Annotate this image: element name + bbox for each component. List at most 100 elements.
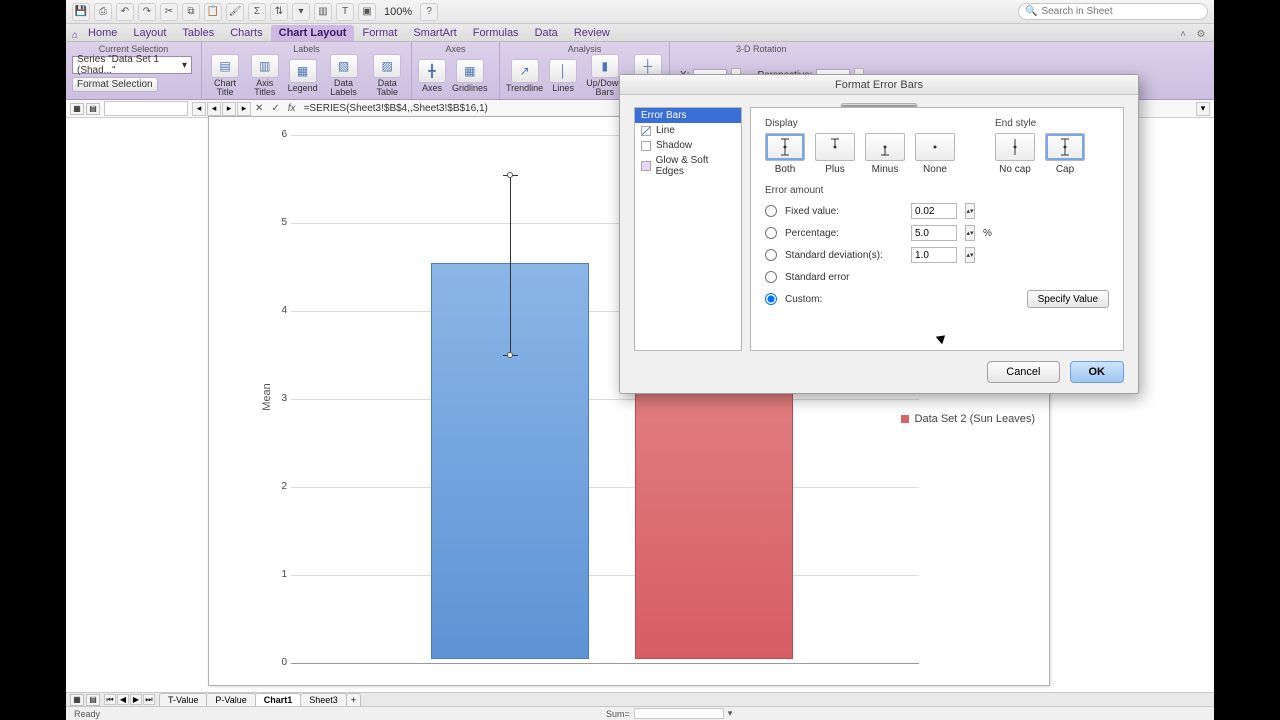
side-item-error-bars[interactable]: Error Bars [635,108,741,123]
selection-handle[interactable] [507,172,513,178]
side-item-line[interactable]: Line [635,123,741,138]
undo-icon[interactable]: ↶ [116,3,134,21]
nav-prev-icon[interactable]: ◂ [207,102,221,116]
tab-layout[interactable]: Layout [125,25,174,41]
gridlines-button[interactable]: ▦Gridlines [452,59,488,93]
trendline-button[interactable]: ↗Trendline [506,59,543,93]
radio-stddev[interactable] [765,249,777,261]
fx-icon[interactable]: fx [288,103,296,114]
radio-fixed[interactable] [765,205,777,217]
search-box[interactable]: 🔍 [1018,3,1208,20]
specify-value-button[interactable]: Specify Value [1027,290,1109,308]
ytick: 4 [275,305,287,316]
name-box[interactable] [104,101,188,116]
normal-view-icon[interactable]: ▦ [70,694,84,706]
display-plus-button[interactable]: Plus [815,133,855,175]
tab-tables[interactable]: Tables [174,25,222,41]
display-minus-button[interactable]: Minus [865,133,905,175]
accept-formula-icon[interactable]: ✓ [271,103,279,114]
nav-last-icon[interactable]: ▸ [237,102,251,116]
endstyle-nocap-button[interactable]: No cap [995,133,1035,175]
chart-title-button[interactable]: ▤Chart Title [208,54,242,97]
add-sheet-button[interactable]: + [346,693,361,706]
sheet-tab-tvalue[interactable]: T-Value [159,693,207,706]
next-sheet-icon[interactable]: ▶ [130,694,142,705]
sum-icon[interactable]: Σ [248,3,266,21]
side-item-shadow[interactable]: Shadow [635,138,741,153]
redo-icon[interactable]: ↷ [138,3,156,21]
gridline [291,487,919,488]
tab-smartart[interactable]: SmartArt [405,25,464,41]
fixed-stepper[interactable]: ▴▾ [965,203,975,219]
ytick: 3 [275,393,287,404]
help-icon[interactable]: ? [420,3,438,21]
cut-icon[interactable]: ✂ [160,3,178,21]
prev-sheet-icon[interactable]: ◀ [117,694,129,705]
nav-first-icon[interactable]: ◂ [192,102,206,116]
sheet-tab-sheet3[interactable]: Sheet3 [300,693,347,706]
radio-percentage[interactable] [765,227,777,239]
side-item-glow[interactable]: Glow & Soft Edges [635,153,741,179]
sort-icon[interactable]: ⇅ [270,3,288,21]
legend-entry[interactable]: Data Set 2 (Sun Leaves) [901,413,1035,425]
axes-button[interactable]: ╋Axes [418,59,446,93]
settings-icon[interactable]: ⚙ [1194,27,1208,41]
save-icon[interactable]: 💾 [72,3,90,21]
page-layout-view-icon[interactable]: ▤ [86,694,100,706]
filter-icon[interactable]: ▾ [292,3,310,21]
cancel-formula-icon[interactable]: ✕ [255,103,263,114]
selection-handle[interactable] [507,352,513,358]
first-sheet-icon[interactable]: ⏮ [104,694,116,705]
tab-formulas[interactable]: Formulas [465,25,527,41]
tab-home[interactable]: Home [80,25,125,41]
chart-icon[interactable]: ▥ [314,3,332,21]
media-icon[interactable]: ▣ [358,3,376,21]
textbox-icon[interactable]: T [336,3,354,21]
tab-format[interactable]: Format [354,25,405,41]
tab-charts[interactable]: Charts [222,25,270,41]
format-painter-icon[interactable]: 🖌 [226,3,244,21]
tab-review[interactable]: Review [566,25,618,41]
page-view-icon[interactable]: ▤ [86,103,100,115]
stddev-stepper[interactable]: ▴▾ [965,247,975,263]
sheet-tab-pvalue[interactable]: P-Value [206,693,255,706]
format-selection-button[interactable]: Format Selection [72,77,158,92]
sheet-tab-chart1[interactable]: Chart1 [255,693,302,706]
shadow-icon [641,141,651,151]
cancel-button[interactable]: Cancel [987,361,1059,383]
ok-button[interactable]: OK [1070,361,1125,383]
axis-titles-button[interactable]: ▥Axis Titles [248,54,282,97]
last-sheet-icon[interactable]: ⏭ [143,694,155,705]
endstyle-cap-button[interactable]: Cap [1045,133,1085,175]
chevron-down-icon[interactable]: ▾ [728,708,733,719]
copy-icon[interactable]: ⧉ [182,3,200,21]
radio-custom[interactable] [765,293,777,305]
gridline [291,399,919,400]
expand-formula-icon[interactable]: ▾ [1196,102,1210,116]
percentage-stepper[interactable]: ▴▾ [965,225,975,241]
group-analysis-label: Analysis [506,44,663,54]
data-labels-button[interactable]: ▧Data Labels [324,54,364,97]
tab-data[interactable]: Data [527,25,566,41]
home-icon[interactable]: ⌂ [72,30,78,41]
radio-stderr[interactable] [765,271,777,283]
lines-button[interactable]: │Lines [549,59,577,93]
search-input[interactable] [1041,6,1201,17]
tab-chart-layout[interactable]: Chart Layout [271,25,355,41]
fixed-value-input[interactable] [911,203,957,219]
legend-button[interactable]: ▦Legend [288,59,318,93]
percentage-input[interactable] [911,225,957,241]
error-bar-line[interactable] [510,175,511,355]
zoom-level[interactable]: 100% [384,6,412,18]
x-axis-line [291,663,919,664]
collapse-ribbon-icon[interactable]: ˄ [1176,27,1190,41]
stddev-input[interactable] [911,247,957,263]
print-icon[interactable]: ⎙ [94,3,112,21]
paste-icon[interactable]: 📋 [204,3,222,21]
nav-next-icon[interactable]: ▸ [222,102,236,116]
data-table-button[interactable]: ▨Data Table [369,54,405,97]
normal-view-icon[interactable]: ▦ [70,103,84,115]
chart-element-selector[interactable]: Series "Data Set 1 (Shad..."▾ [72,56,192,74]
display-none-button[interactable]: None [915,133,955,175]
display-both-button[interactable]: Both [765,133,805,175]
